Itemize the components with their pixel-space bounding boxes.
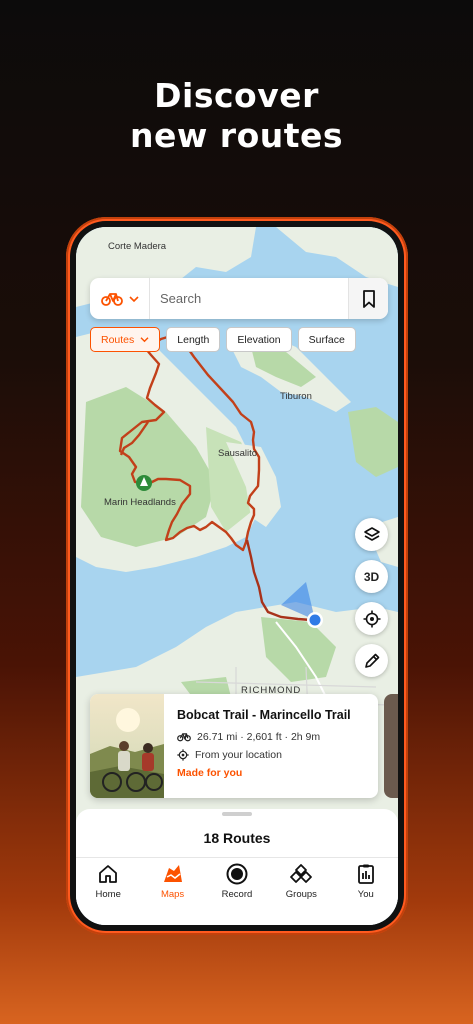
app-screen: Corte Madera Tiburon Sausalito Marin Hea… xyxy=(76,227,398,925)
bookmark-icon xyxy=(362,289,375,308)
tab-groups-label: Groups xyxy=(285,889,317,900)
record-icon xyxy=(226,863,248,885)
route-location: From your location xyxy=(195,749,282,761)
filter-elevation-label: Elevation xyxy=(237,333,281,346)
chevron-down-icon xyxy=(140,337,149,343)
sheet-handle[interactable] xyxy=(222,812,252,816)
phone-bezel: Corte Madera Tiburon Sausalito Marin Hea… xyxy=(70,221,404,931)
map-label-marin-headlands: Marin Headlands xyxy=(104,497,176,508)
route-stats-row: 26.71 mi · 2,601 ft · 2h 9m xyxy=(177,731,378,743)
routes-count: 18 Routes xyxy=(203,830,271,846)
tab-home[interactable]: Home xyxy=(78,860,138,925)
tab-groups[interactable]: Groups xyxy=(271,860,331,925)
tab-you-label: You xyxy=(357,889,374,900)
home-icon xyxy=(99,865,118,883)
routes-sheet[interactable]: 18 Routes xyxy=(76,809,398,859)
headline: Discover new routes xyxy=(0,76,473,156)
3d-label: 3D xyxy=(363,569,380,584)
sport-type-button[interactable] xyxy=(90,278,150,319)
clipboard-icon xyxy=(357,864,374,884)
next-route-card[interactable] xyxy=(384,694,398,798)
map-label-tiburon: Tiburon xyxy=(280,391,312,402)
locate-icon xyxy=(177,749,189,761)
map-label-corte-madera: Corte Madera xyxy=(108,241,167,252)
route-stats: 26.71 mi · 2,601 ft · 2h 9m xyxy=(197,731,321,743)
maps-icon xyxy=(163,865,182,882)
layers-button[interactable] xyxy=(355,518,388,551)
map-label-sausalito: Sausalito xyxy=(218,448,257,459)
tab-maps-label: Maps xyxy=(160,889,185,900)
locate-icon xyxy=(363,610,380,627)
tab-home-label: Home xyxy=(95,889,121,900)
route-title: Bobcat Trail - Marincello Trail xyxy=(177,708,351,722)
filter-length-chip[interactable]: Length xyxy=(166,327,221,352)
layers-icon xyxy=(363,526,380,541)
3d-button[interactable]: 3D xyxy=(355,560,388,593)
phone-frame: Corte Madera Tiburon Sausalito Marin Hea… xyxy=(66,217,408,935)
filter-surface-label: Surface xyxy=(308,333,345,346)
search-input[interactable] xyxy=(150,278,348,319)
bike-icon xyxy=(100,292,123,306)
filter-chips: Routes Length Elevation Surface xyxy=(90,327,356,352)
tab-record-label: Record xyxy=(221,889,253,900)
route-location-row: From your location xyxy=(177,749,378,761)
tab-record[interactable]: Record xyxy=(207,860,267,925)
filter-surface-chip[interactable]: Surface xyxy=(297,327,356,352)
headline-line1: Discover xyxy=(154,76,319,115)
route-card-body: Bobcat Trail - Marincello Trail 26.71 mi… xyxy=(164,694,378,798)
route-card[interactable]: Bobcat Trail - Marincello Trail 26.71 mi… xyxy=(90,694,378,798)
search-bar xyxy=(90,278,388,319)
filter-elevation-chip[interactable]: Elevation xyxy=(226,327,292,352)
headline-line2: new routes xyxy=(129,116,344,155)
draw-route-button[interactable] xyxy=(355,644,388,677)
filter-routes-label: Routes xyxy=(101,333,135,346)
route-photo xyxy=(90,694,164,798)
tab-you[interactable]: You xyxy=(336,860,396,925)
locate-button[interactable] xyxy=(355,602,388,635)
chevron-down-icon xyxy=(128,295,139,302)
bookmark-button[interactable] xyxy=(348,278,388,319)
pencil-icon xyxy=(364,653,379,668)
filter-length-label: Length xyxy=(177,333,210,346)
bike-icon xyxy=(177,733,191,742)
groups-icon xyxy=(290,864,313,883)
made-for-you-tag: Made for you xyxy=(177,767,243,779)
bottom-tab-bar: Home Maps Record Groups You xyxy=(76,857,398,925)
filter-routes-chip[interactable]: Routes xyxy=(90,327,161,352)
tab-maps[interactable]: Maps xyxy=(143,860,203,925)
